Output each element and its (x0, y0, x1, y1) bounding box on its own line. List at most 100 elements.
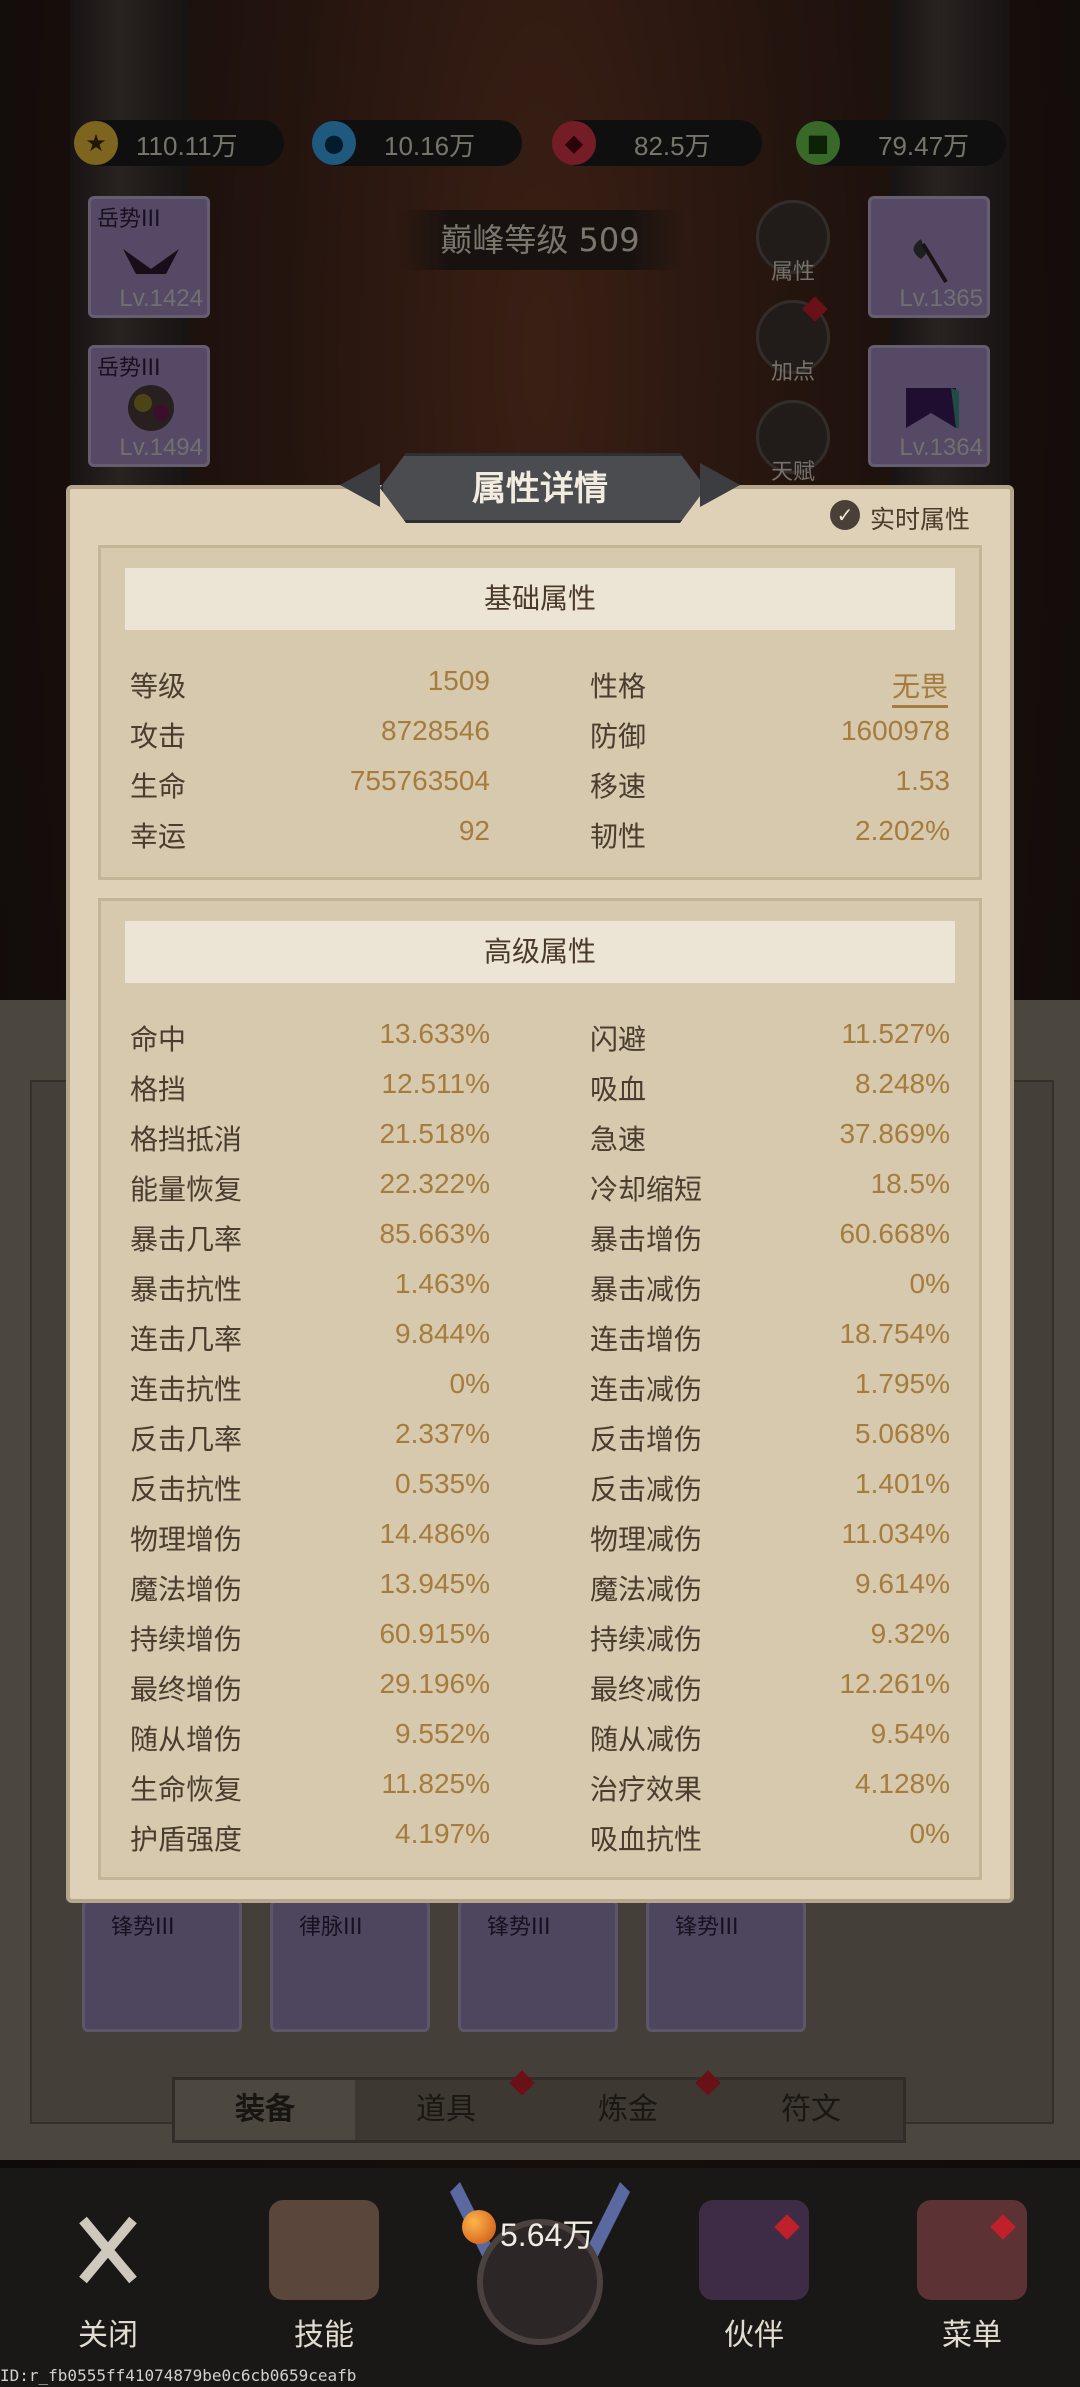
attribute-value: 0.535% (395, 1468, 490, 1499)
attribute-value: 8728546 (380, 715, 490, 746)
menu-button[interactable]: 菜单 (902, 2200, 1042, 2354)
attribute-label: 连击增伤 (590, 1323, 703, 1356)
attribute-value: 13.633% (379, 1018, 490, 1049)
attribute-label: 反击减伤 (590, 1473, 703, 1506)
attribute-label: 移速 (590, 770, 647, 803)
attribute-value: 11.527% (841, 1018, 950, 1049)
attribute-label: 物理增伤 (130, 1523, 243, 1556)
attribute-row: 暴击几率 85.663% 暴击增伤 60.668% (0, 1218, 1080, 1262)
attribute-value: 0% (909, 1268, 950, 1299)
attribute-value: 9.552% (395, 1718, 490, 1749)
attribute-value: 1.795% (855, 1368, 950, 1399)
device-id: ID:r_fb0555ff41074879be0c6cb0659ceafb (0, 2366, 357, 2385)
attribute-row: 护盾强度 4.197% 吸血抗性 0% (0, 1818, 1080, 1862)
attribute-label: 连击几率 (130, 1323, 243, 1356)
attribute-value: 29.196% (379, 1668, 490, 1699)
attribute-value: 12.261% (839, 1668, 950, 1699)
attribute-label: 冷却缩短 (590, 1173, 703, 1206)
attribute-label: 随从增伤 (130, 1723, 243, 1756)
attribute-label: 能量恢复 (130, 1173, 243, 1206)
attribute-value: 92 (458, 815, 490, 846)
attribute-row: 反击几率 2.337% 反击增伤 5.068% (0, 1418, 1080, 1462)
attribute-row: 幸运 92 韧性 2.202% (0, 815, 1080, 859)
attribute-label: 暴击增伤 (590, 1223, 703, 1256)
attribute-label: 持续减伤 (590, 1623, 703, 1656)
attribute-value: 14.486% (379, 1518, 490, 1549)
attribute-value: 37.869% (839, 1118, 950, 1149)
attribute-row: 持续增伤 60.915% 持续减伤 9.32% (0, 1618, 1080, 1662)
attribute-value: 755763504 (349, 765, 490, 796)
attribute-label: 反击抗性 (130, 1473, 243, 1506)
attribute-row: 生命 755763504 移速 1.53 (0, 765, 1080, 809)
dialog-title: 属性详情 (472, 469, 608, 509)
close-button[interactable]: 关闭 (38, 2200, 178, 2354)
attribute-label: 等级 (130, 670, 187, 703)
attribute-label: 性格 (590, 670, 647, 703)
attribute-row: 暴击抗性 1.463% 暴击减伤 0% (0, 1268, 1080, 1312)
attribute-label: 治疗效果 (590, 1773, 703, 1806)
dialog-title-banner: 属性详情 (340, 445, 740, 525)
attribute-label: 吸血 (590, 1073, 647, 1106)
attribute-label: 暴击减伤 (590, 1273, 703, 1306)
attribute-row: 魔法增伤 13.945% 魔法减伤 9.614% (0, 1568, 1080, 1612)
attribute-value: 1600978 (840, 715, 950, 746)
attribute-label: 持续增伤 (130, 1623, 243, 1656)
attribute-label: 魔法减伤 (590, 1573, 703, 1606)
attribute-value: 无畏 (891, 665, 948, 708)
checkmark-icon[interactable]: ✓ (830, 500, 860, 530)
attribute-label: 连击抗性 (130, 1373, 243, 1406)
attribute-label: 最终增伤 (130, 1673, 243, 1706)
attribute-value: 1.53 (895, 765, 951, 796)
book-icon (917, 2200, 1027, 2300)
attribute-label: 连击减伤 (590, 1373, 703, 1406)
attribute-row: 能量恢复 22.322% 冷却缩短 18.5% (0, 1168, 1080, 1212)
attribute-label: 暴击抗性 (130, 1273, 243, 1306)
attribute-row: 连击抗性 0% 连击减伤 1.795% (0, 1368, 1080, 1412)
attribute-label: 格挡 (130, 1073, 187, 1106)
attribute-value: 2.337% (395, 1418, 490, 1449)
attribute-label: 韧性 (590, 820, 647, 853)
attribute-value: 9.614% (855, 1568, 950, 1599)
attribute-value: 0% (909, 1818, 950, 1849)
attribute-value: 21.518% (379, 1118, 490, 1149)
attribute-label: 吸血抗性 (590, 1823, 703, 1856)
attribute-label: 最终减伤 (590, 1673, 703, 1706)
attribute-value: 1509 (427, 665, 490, 696)
attribute-label: 急速 (590, 1123, 647, 1156)
attribute-label: 命中 (130, 1023, 187, 1056)
attribute-row: 格挡抵消 21.518% 急速 37.869% (0, 1118, 1080, 1162)
attribute-row: 最终增伤 29.196% 最终减伤 12.261% (0, 1668, 1080, 1712)
partner-button[interactable]: 伙伴 (684, 2200, 824, 2354)
battle-emblem-icon[interactable] (440, 2172, 640, 2352)
attribute-value: 5.068% (855, 1418, 950, 1449)
realtime-attributes-toggle[interactable]: 实时属性 (870, 500, 970, 536)
attribute-value: 12.511% (381, 1068, 490, 1099)
attribute-label: 生命恢复 (130, 1773, 243, 1806)
attribute-row: 格挡 12.511% 吸血 8.248% (0, 1068, 1080, 1112)
attribute-row: 连击几率 9.844% 连击增伤 18.754% (0, 1318, 1080, 1362)
attribute-label: 反击增伤 (590, 1423, 703, 1456)
attribute-row: 生命恢复 11.825% 治疗效果 4.128% (0, 1768, 1080, 1812)
attribute-value: 18.754% (839, 1318, 950, 1349)
power-orb-icon (462, 2210, 496, 2244)
wing-mask-icon (699, 2200, 809, 2300)
attribute-row: 物理增伤 14.486% 物理减伤 11.034% (0, 1518, 1080, 1562)
attribute-label: 幸运 (130, 820, 187, 853)
attribute-value: 11.825% (381, 1768, 490, 1799)
attribute-value: 9.54% (870, 1718, 950, 1749)
attribute-label: 随从减伤 (590, 1723, 703, 1756)
attribute-label: 闪避 (590, 1023, 647, 1056)
attribute-label: 魔法增伤 (130, 1573, 243, 1606)
attribute-row: 随从增伤 9.552% 随从减伤 9.54% (0, 1718, 1080, 1762)
advanced-attributes-header: 高级属性 (125, 921, 955, 983)
attribute-value: 60.915% (379, 1618, 490, 1649)
attribute-value: 9.32% (870, 1618, 950, 1649)
attribute-value: 1.463% (395, 1268, 490, 1299)
skill-button[interactable]: 技能 (254, 2200, 394, 2354)
attribute-value: 0% (449, 1368, 490, 1399)
attribute-label: 反击几率 (130, 1423, 243, 1456)
attribute-value: 22.322% (379, 1168, 490, 1199)
attribute-label: 物理减伤 (590, 1523, 703, 1556)
attribute-value: 11.034% (841, 1518, 950, 1549)
attribute-value: 4.197% (395, 1818, 490, 1849)
